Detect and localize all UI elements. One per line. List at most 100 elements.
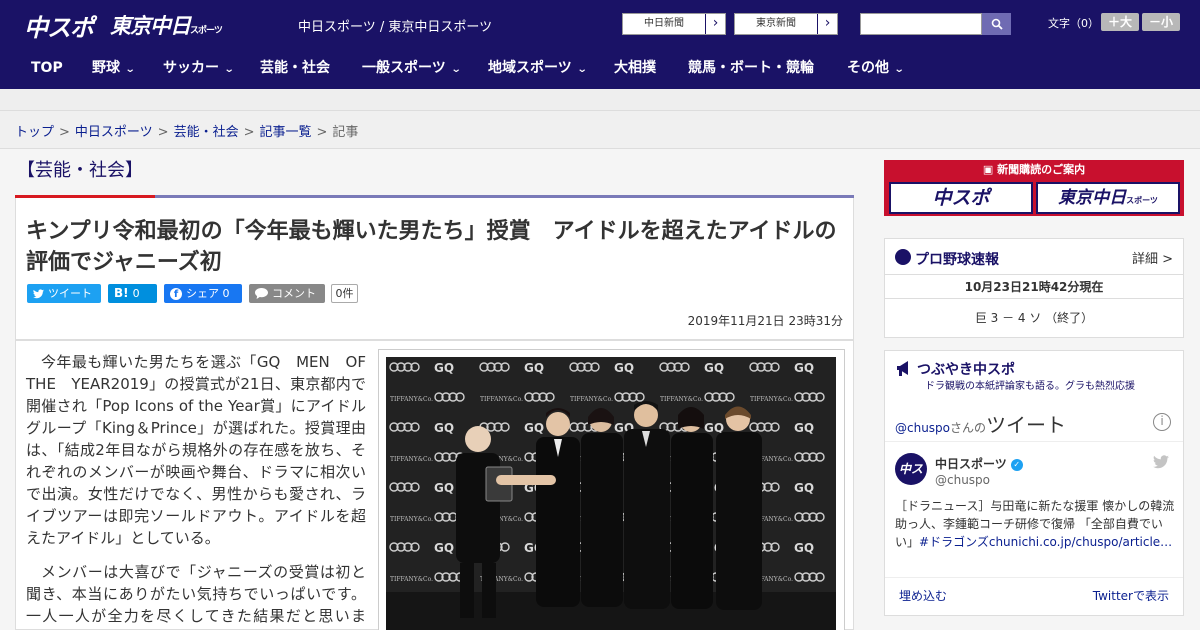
verified-icon: ✓ bbox=[1010, 458, 1023, 471]
tweet-link[interactable]: chunichi.co.jp/chuspo/article… bbox=[989, 535, 1172, 549]
tokyo-shimbun-link[interactable]: 東京新聞 › bbox=[734, 13, 838, 35]
chevron-down-icon: ⌄ bbox=[893, 64, 905, 75]
search-input[interactable] bbox=[860, 13, 982, 35]
tweet-account-handle[interactable]: @chuspo bbox=[935, 473, 990, 487]
nav-label: サッカー bbox=[163, 60, 219, 76]
nav-label: 野球 bbox=[92, 60, 120, 76]
tweets-heading-label: ツイート bbox=[986, 413, 1067, 437]
baseball-detail-link[interactable]: 詳細 > bbox=[1132, 248, 1173, 267]
baseball-title: プロ野球速報 bbox=[915, 252, 999, 268]
promo-chuspo-logo[interactable]: 中スポ bbox=[889, 182, 1033, 214]
tweet-account-name[interactable]: 中日スポーツ ✓ bbox=[935, 455, 1023, 472]
nav-top[interactable]: TOP bbox=[31, 48, 63, 89]
facebook-share-button[interactable]: f シェア 0 bbox=[164, 284, 242, 303]
nav-racing[interactable]: 競馬・ボート・競輪 bbox=[688, 48, 814, 89]
twitter-widget-title: つぶやき中スポ bbox=[917, 362, 1015, 378]
article-headline: キンプリ令和最初の「今年最も輝いた男たち」授賞 アイドルを超えたアイドルの評価で… bbox=[26, 219, 837, 275]
tokyo-chunichi-logo[interactable]: 東京中日スポーツ bbox=[110, 10, 223, 40]
chevron-right-icon: › bbox=[705, 14, 725, 34]
twitter-handle-link[interactable]: @chuspo bbox=[895, 421, 950, 435]
nav-general-sports[interactable]: 一般スポーツ ⌄ bbox=[362, 48, 461, 89]
breadcrumb: トップ > 中日スポーツ > 芸能・社会 > 記事一覧 > 記事 bbox=[15, 121, 358, 140]
nav-regional-sports[interactable]: 地域スポーツ ⌄ bbox=[488, 48, 588, 89]
nav-label: TOP bbox=[31, 60, 63, 76]
breadcrumb-separator: > bbox=[59, 125, 70, 140]
tweet-text: ［ドラニュース］与田竜に新たな援軍 懐かしの韓流助っ人、李鍾範コーチ研修で復帰 … bbox=[895, 497, 1175, 551]
chuspo-logo[interactable]: 中スポ bbox=[24, 8, 94, 42]
baseball-scores-widget: プロ野球速報 詳細 > 10月23日21時42分現在 巨 3 － 4 ソ （終了… bbox=[884, 238, 1184, 338]
baseball-header: プロ野球速報 詳細 > bbox=[885, 239, 1183, 275]
nav-label: 芸能・社会 bbox=[260, 60, 330, 76]
promo-tokyo-text: 東京中日 bbox=[1058, 188, 1127, 208]
category-heading: 【芸能・社会】 bbox=[17, 160, 143, 181]
breadcrumb-chunichi-sports[interactable]: 中日スポーツ bbox=[75, 125, 153, 140]
site-header: 中スポ 東京中日スポーツ 中日スポーツ / 東京中日スポーツ 中日新聞 › 東京… bbox=[0, 0, 1200, 48]
view-on-twitter-link[interactable]: Twitterで表示 bbox=[1093, 587, 1169, 604]
breadcrumb-entertainment[interactable]: 芸能・社会 bbox=[174, 125, 239, 140]
article-paragraph: メンバーは大喜びで「ジャニーズの受賞は初と聞き、本当にありがたい気持ちでいっぱい… bbox=[26, 563, 366, 630]
tweet-hashtag[interactable]: #ドラゴンズ bbox=[919, 535, 989, 549]
subscription-promo-title: ▣ 新聞購読のご案内 bbox=[886, 162, 1182, 178]
subscription-promo[interactable]: ▣ 新聞購読のご案内 中スポ 東京中日スポーツ bbox=[884, 160, 1184, 216]
publish-date: 2019年11月21日 23時31分 bbox=[687, 314, 843, 328]
font-size-label: 文字（0） bbox=[1048, 17, 1099, 30]
sub-nav-bar bbox=[0, 89, 1200, 111]
tweets-heading: @chuspoさんのツイート bbox=[895, 409, 1066, 438]
hatena-icon: B! bbox=[114, 286, 129, 300]
nav-label: 大相撲 bbox=[614, 60, 656, 76]
newspaper-icon: ▣ bbox=[982, 163, 998, 176]
font-increase-button[interactable]: ＋大 bbox=[1101, 13, 1139, 31]
search-button[interactable] bbox=[982, 13, 1011, 35]
breadcrumb-separator: > bbox=[157, 125, 169, 140]
avatar[interactable]: 中スポ bbox=[895, 453, 927, 508]
comment-label: コメント bbox=[272, 287, 316, 300]
nav-entertainment[interactable]: 芸能・社会 bbox=[260, 48, 330, 89]
nav-label: 一般スポーツ bbox=[362, 60, 446, 76]
tweet-button[interactable]: ツイート bbox=[27, 284, 101, 303]
comment-button[interactable]: コメント bbox=[249, 284, 325, 303]
baseball-score[interactable]: 巨 3 － 4 ソ （終了） bbox=[885, 299, 1183, 337]
article-photo-frame: GQ TIFFANY&Co. bbox=[378, 349, 845, 630]
article-body: 今年最も輝いた男たちを選ぶ「GQ MEN OF THE YEAR2019」の授賞… bbox=[15, 340, 854, 630]
tweet-label: ツイート bbox=[48, 287, 92, 300]
nav-label: その他 bbox=[847, 60, 889, 76]
chevron-down-icon: ⌄ bbox=[223, 64, 235, 75]
chunichi-shimbun-label: 中日新聞 bbox=[644, 18, 684, 29]
tweet-account-name-text: 中日スポーツ bbox=[935, 457, 1007, 471]
article-header: キンプリ令和最初の「今年最も輝いた男たち」授賞 アイドルを超えたアイドルの評価で… bbox=[15, 198, 854, 340]
subscription-promo-label: 新聞購読のご案内 bbox=[997, 163, 1086, 176]
twitter-widget: つぶやき中スポ ドラ観戦の本紙評論家も語る。グラも熱烈応援 @chuspoさんの… bbox=[884, 350, 1184, 616]
nav-soccer[interactable]: サッカー ⌄ bbox=[163, 48, 235, 89]
breadcrumb-current: 記事 bbox=[332, 125, 359, 140]
nav-baseball[interactable]: 野球 ⌄ bbox=[92, 48, 136, 89]
site-links[interactable]: 中日スポーツ / 東京中日スポーツ bbox=[298, 16, 492, 35]
hatena-count: 0 bbox=[132, 287, 140, 300]
tokyo-logo-text: 東京中日 bbox=[110, 14, 191, 38]
chunichi-shimbun-link[interactable]: 中日新聞 › bbox=[622, 13, 726, 35]
baseball-icon bbox=[895, 249, 911, 265]
divider bbox=[885, 441, 1183, 442]
breadcrumb-top[interactable]: トップ bbox=[15, 125, 54, 140]
article-photo[interactable]: GQ TIFFANY&Co. bbox=[386, 357, 836, 630]
breadcrumb-separator: > bbox=[316, 125, 328, 140]
chevron-down-icon: ⌄ bbox=[576, 64, 588, 75]
nav-other[interactable]: その他 ⌄ bbox=[847, 48, 905, 89]
baseball-update-time: 10月23日21時42分現在 bbox=[885, 275, 1183, 299]
breadcrumb-article-list[interactable]: 記事一覧 bbox=[260, 125, 312, 140]
embed-link[interactable]: 埋め込む bbox=[899, 587, 947, 604]
nav-sumo[interactable]: 大相撲 bbox=[614, 48, 656, 89]
info-icon[interactable]: i bbox=[1153, 413, 1171, 431]
search-icon bbox=[991, 18, 1003, 30]
font-decrease-button[interactable]: －小 bbox=[1142, 13, 1180, 31]
megaphone-icon bbox=[897, 361, 908, 376]
tokyo-logo-small: スポーツ bbox=[190, 26, 223, 36]
comment-count: 0件 bbox=[331, 284, 358, 303]
tokyo-shimbun-label: 東京新聞 bbox=[756, 18, 796, 29]
speech-bubble-icon bbox=[255, 288, 268, 299]
tweets-heading-suffix: さんの bbox=[950, 421, 987, 435]
twitter-widget-subtitle: ドラ観戦の本紙評論家も語る。グラも熱烈応援 bbox=[925, 381, 1135, 392]
promo-tokyo-logo[interactable]: 東京中日スポーツ bbox=[1036, 182, 1180, 214]
breadcrumb-separator: > bbox=[243, 125, 255, 140]
twitter-bird-icon[interactable] bbox=[1153, 455, 1169, 469]
hatena-bookmark-button[interactable]: B! 0 bbox=[108, 284, 157, 303]
